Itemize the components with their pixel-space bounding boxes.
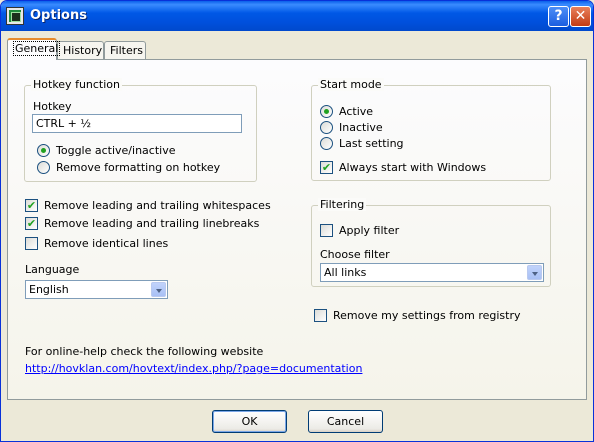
ok-button[interactable]: OK (212, 410, 287, 433)
remove-identical-lines-box[interactable] (25, 237, 38, 250)
cancel-button[interactable]: Cancel (308, 410, 383, 433)
always-start-box[interactable] (320, 161, 333, 174)
documentation-link[interactable]: http://hovklan.com/hovtext/index.php/?pa… (25, 362, 362, 375)
language-value: English (29, 283, 69, 296)
tab-filters[interactable]: Filters (104, 41, 146, 60)
radio-active-label: Active (339, 105, 374, 118)
language-select[interactable]: English (25, 280, 168, 299)
radio-remove-formatting-dot[interactable] (37, 161, 50, 174)
filter-select[interactable]: All links (320, 263, 544, 282)
always-start-label: Always start with Windows (339, 161, 487, 174)
remove-linebreaks-box[interactable] (25, 217, 38, 230)
remove-whitespaces-box[interactable] (25, 199, 38, 212)
hotkey-input[interactable]: CTRL + ½ (32, 114, 242, 133)
window-title: Options (30, 8, 87, 23)
filtering-title: Filtering (318, 198, 367, 211)
remove-registry-label: Remove my settings from registry (333, 309, 521, 322)
hotkey-function-title: Hotkey function (31, 78, 123, 91)
hotkey-function-group: Hotkey function Hotkey CTRL + ½ Toggle a… (24, 78, 257, 182)
tab-general[interactable]: General (7, 38, 61, 60)
radio-active-dot[interactable] (320, 105, 333, 118)
chevron-down-icon[interactable] (151, 282, 166, 297)
start-mode-title: Start mode (318, 78, 384, 91)
radio-last-setting-dot[interactable] (320, 137, 333, 150)
remove-registry-box[interactable] (314, 309, 327, 322)
help-text: For online-help check the following webs… (25, 345, 264, 358)
radio-toggle-active-dot[interactable] (37, 144, 50, 157)
radio-toggle-active-label: Toggle active/inactive (56, 144, 176, 157)
help-button[interactable]: ? (548, 6, 569, 27)
tab-panel-general: Hotkey function Hotkey CTRL + ½ Toggle a… (7, 59, 587, 400)
options-window: Options ? ✕ General History Filters Hotk… (0, 0, 594, 442)
close-button[interactable]: ✕ (570, 6, 591, 27)
remove-linebreaks-label: Remove leading and trailing linebreaks (44, 217, 260, 230)
hotkey-label: Hotkey (33, 100, 72, 113)
filter-value: All links (324, 266, 367, 279)
radio-remove-formatting-label: Remove formatting on hotkey (56, 161, 221, 174)
remove-identical-lines-label: Remove identical lines (44, 237, 169, 250)
app-icon (7, 8, 23, 24)
language-label: Language (25, 263, 80, 276)
title-bar[interactable]: Options ? ✕ (1, 1, 593, 31)
chevron-down-icon[interactable] (527, 265, 542, 280)
remove-whitespaces-label: Remove leading and trailing whitespaces (44, 199, 271, 212)
radio-last-setting-label: Last setting (339, 137, 404, 150)
start-mode-group: Start mode Active Inactive Last setting … (311, 78, 551, 181)
radio-inactive-dot[interactable] (320, 121, 333, 134)
filtering-group: Filtering Apply filter Choose filter All… (311, 198, 551, 287)
apply-filter-label: Apply filter (339, 224, 400, 237)
radio-inactive-label: Inactive (339, 121, 383, 134)
apply-filter-box[interactable] (320, 224, 333, 237)
choose-filter-label: Choose filter (320, 248, 390, 261)
tab-history[interactable]: History (57, 41, 104, 60)
